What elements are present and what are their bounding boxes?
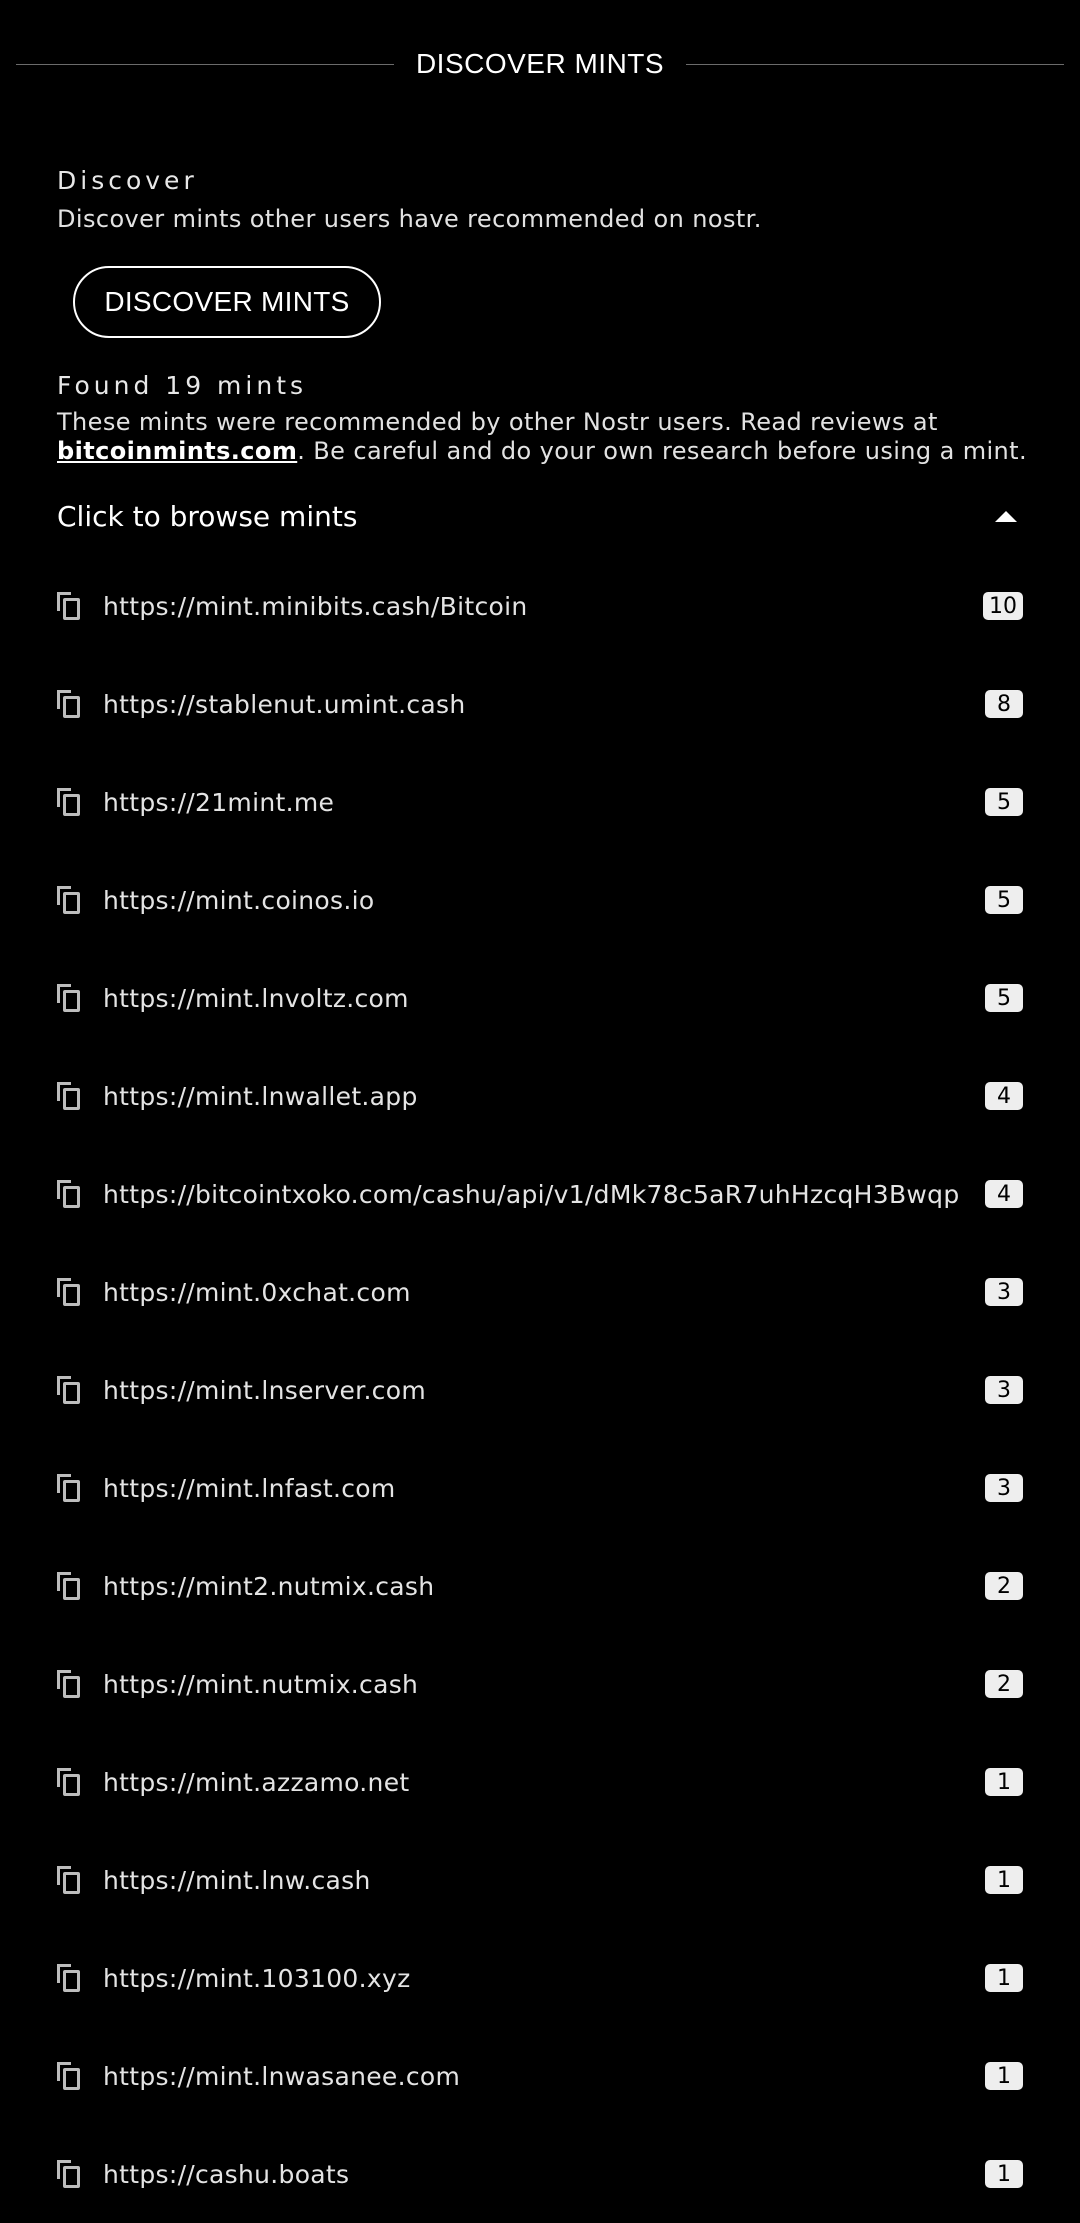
copy-icon[interactable]	[57, 1964, 85, 1992]
mint-list-item[interactable]: https://cashu.boats 1	[57, 2125, 1023, 2223]
mint-url: https://mint.lnwasanee.com	[103, 2061, 461, 2091]
recommendation-count-badge: 8	[985, 690, 1023, 718]
copy-icon[interactable]	[57, 1474, 85, 1502]
mint-url: https://mint.minibits.cash/Bitcoin	[103, 591, 528, 621]
mint-list-item[interactable]: https://mint.azzamo.net 1	[57, 1733, 1023, 1831]
discover-mints-button[interactable]: DISCOVER MINTS	[73, 266, 381, 338]
mint-url: https://mint2.nutmix.cash	[103, 1571, 435, 1601]
recommendation-count-badge: 10	[983, 592, 1023, 620]
copy-icon[interactable]	[57, 1376, 85, 1404]
copy-icon[interactable]	[57, 1572, 85, 1600]
mint-list-item[interactable]: https://mint.103100.xyz 1	[57, 1929, 1023, 2027]
mint-url: https://mint.lnwallet.app	[103, 1081, 418, 1111]
mint-url: https://mint.azzamo.net	[103, 1767, 410, 1797]
copy-icon[interactable]	[57, 592, 85, 620]
mint-url: https://mint.0xchat.com	[103, 1277, 411, 1307]
mint-list-item[interactable]: https://bitcointxoko.com/cashu/api/v1/dM…	[57, 1145, 1023, 1243]
found-mints-heading: Found 19 mints	[57, 371, 308, 400]
header-divider-right	[686, 63, 1065, 65]
recommendation-count-badge: 4	[985, 1180, 1023, 1208]
mint-url: https://mint.lnfast.com	[103, 1473, 396, 1503]
copy-icon[interactable]	[57, 2062, 85, 2090]
copy-icon[interactable]	[57, 1866, 85, 1894]
mint-list-item[interactable]: https://mint.lnwasanee.com 1	[57, 2027, 1023, 2125]
recommendation-count-badge: 2	[985, 1572, 1023, 1600]
recommendation-count-badge: 1	[985, 2062, 1023, 2090]
copy-icon[interactable]	[57, 1278, 85, 1306]
recommendation-count-badge: 3	[985, 1278, 1023, 1306]
copy-icon[interactable]	[57, 1768, 85, 1796]
copy-icon[interactable]	[57, 1082, 85, 1110]
mint-list-item[interactable]: https://mint.lnvoltz.com 5	[57, 949, 1023, 1047]
mint-list-item[interactable]: https://stablenut.umint.cash 8	[57, 655, 1023, 753]
mint-url: https://stablenut.umint.cash	[103, 689, 466, 719]
mint-url: https://mint.103100.xyz	[103, 1963, 411, 1993]
note-text-after: . Be careful and do your own research be…	[297, 437, 1028, 465]
mint-list-item[interactable]: https://mint2.nutmix.cash 2	[57, 1537, 1023, 1635]
discover-heading: Discover	[57, 166, 198, 195]
browse-mints-expander[interactable]: Click to browse mints	[57, 490, 1023, 542]
recommendation-note: These mints were recommended by other No…	[57, 408, 1057, 466]
mint-url: https://mint.coinos.io	[103, 885, 375, 915]
recommendation-count-badge: 5	[985, 984, 1023, 1012]
mint-list-item[interactable]: https://mint.lnserver.com 3	[57, 1341, 1023, 1439]
mint-url: https://mint.lnvoltz.com	[103, 983, 409, 1013]
mint-list-item[interactable]: https://mint.lnfast.com 3	[57, 1439, 1023, 1537]
recommendation-count-badge: 5	[985, 788, 1023, 816]
recommendation-count-badge: 1	[985, 1768, 1023, 1796]
copy-icon[interactable]	[57, 1670, 85, 1698]
mint-url: https://mint.lnserver.com	[103, 1375, 426, 1405]
mint-url: https://21mint.me	[103, 787, 335, 817]
page-header: DISCOVER MINTS	[16, 38, 1065, 90]
copy-icon[interactable]	[57, 1180, 85, 1208]
recommendation-count-badge: 1	[985, 1964, 1023, 1992]
recommendation-count-badge: 4	[985, 1082, 1023, 1110]
mint-list-item[interactable]: https://mint.0xchat.com 3	[57, 1243, 1023, 1341]
recommendation-count-badge: 2	[985, 1670, 1023, 1698]
mint-list: https://mint.minibits.cash/Bitcoin 10 http…	[57, 557, 1023, 2223]
header-divider-left	[16, 63, 394, 65]
mint-list-item[interactable]: https://mint.lnwallet.app 4	[57, 1047, 1023, 1145]
page-title: DISCOVER MINTS	[415, 48, 665, 79]
mint-list-item[interactable]: https://21mint.me 5	[57, 753, 1023, 851]
browse-mints-label: Click to browse mints	[57, 499, 358, 533]
copy-icon[interactable]	[57, 984, 85, 1012]
note-text-before: These mints were recommended by other No…	[57, 408, 938, 436]
mint-list-item[interactable]: https://mint.lnw.cash 1	[57, 1831, 1023, 1929]
discover-description: Discover mints other users have recommen…	[57, 205, 762, 233]
mint-url: https://mint.lnw.cash	[103, 1865, 371, 1895]
recommendation-count-badge: 1	[985, 1866, 1023, 1894]
copy-icon[interactable]	[57, 886, 85, 914]
mint-url: https://bitcointxoko.com/cashu/api/v1/dM…	[103, 1179, 960, 1209]
recommendation-count-badge: 1	[985, 2160, 1023, 2188]
copy-icon[interactable]	[57, 788, 85, 816]
mint-url: https://cashu.boats	[103, 2159, 350, 2189]
recommendation-count-badge: 5	[985, 886, 1023, 914]
mint-list-item[interactable]: https://mint.coinos.io 5	[57, 851, 1023, 949]
mint-url: https://mint.nutmix.cash	[103, 1669, 419, 1699]
mint-list-item[interactable]: https://mint.minibits.cash/Bitcoin 10	[57, 557, 1023, 655]
recommendation-count-badge: 3	[985, 1474, 1023, 1502]
copy-icon[interactable]	[57, 690, 85, 718]
recommendation-count-badge: 3	[985, 1376, 1023, 1404]
caret-up-icon	[995, 510, 1017, 522]
mint-list-item[interactable]: https://mint.nutmix.cash 2	[57, 1635, 1023, 1733]
bitcoinmints-link[interactable]: bitcoinmints.com	[57, 437, 297, 465]
copy-icon[interactable]	[57, 2160, 85, 2188]
